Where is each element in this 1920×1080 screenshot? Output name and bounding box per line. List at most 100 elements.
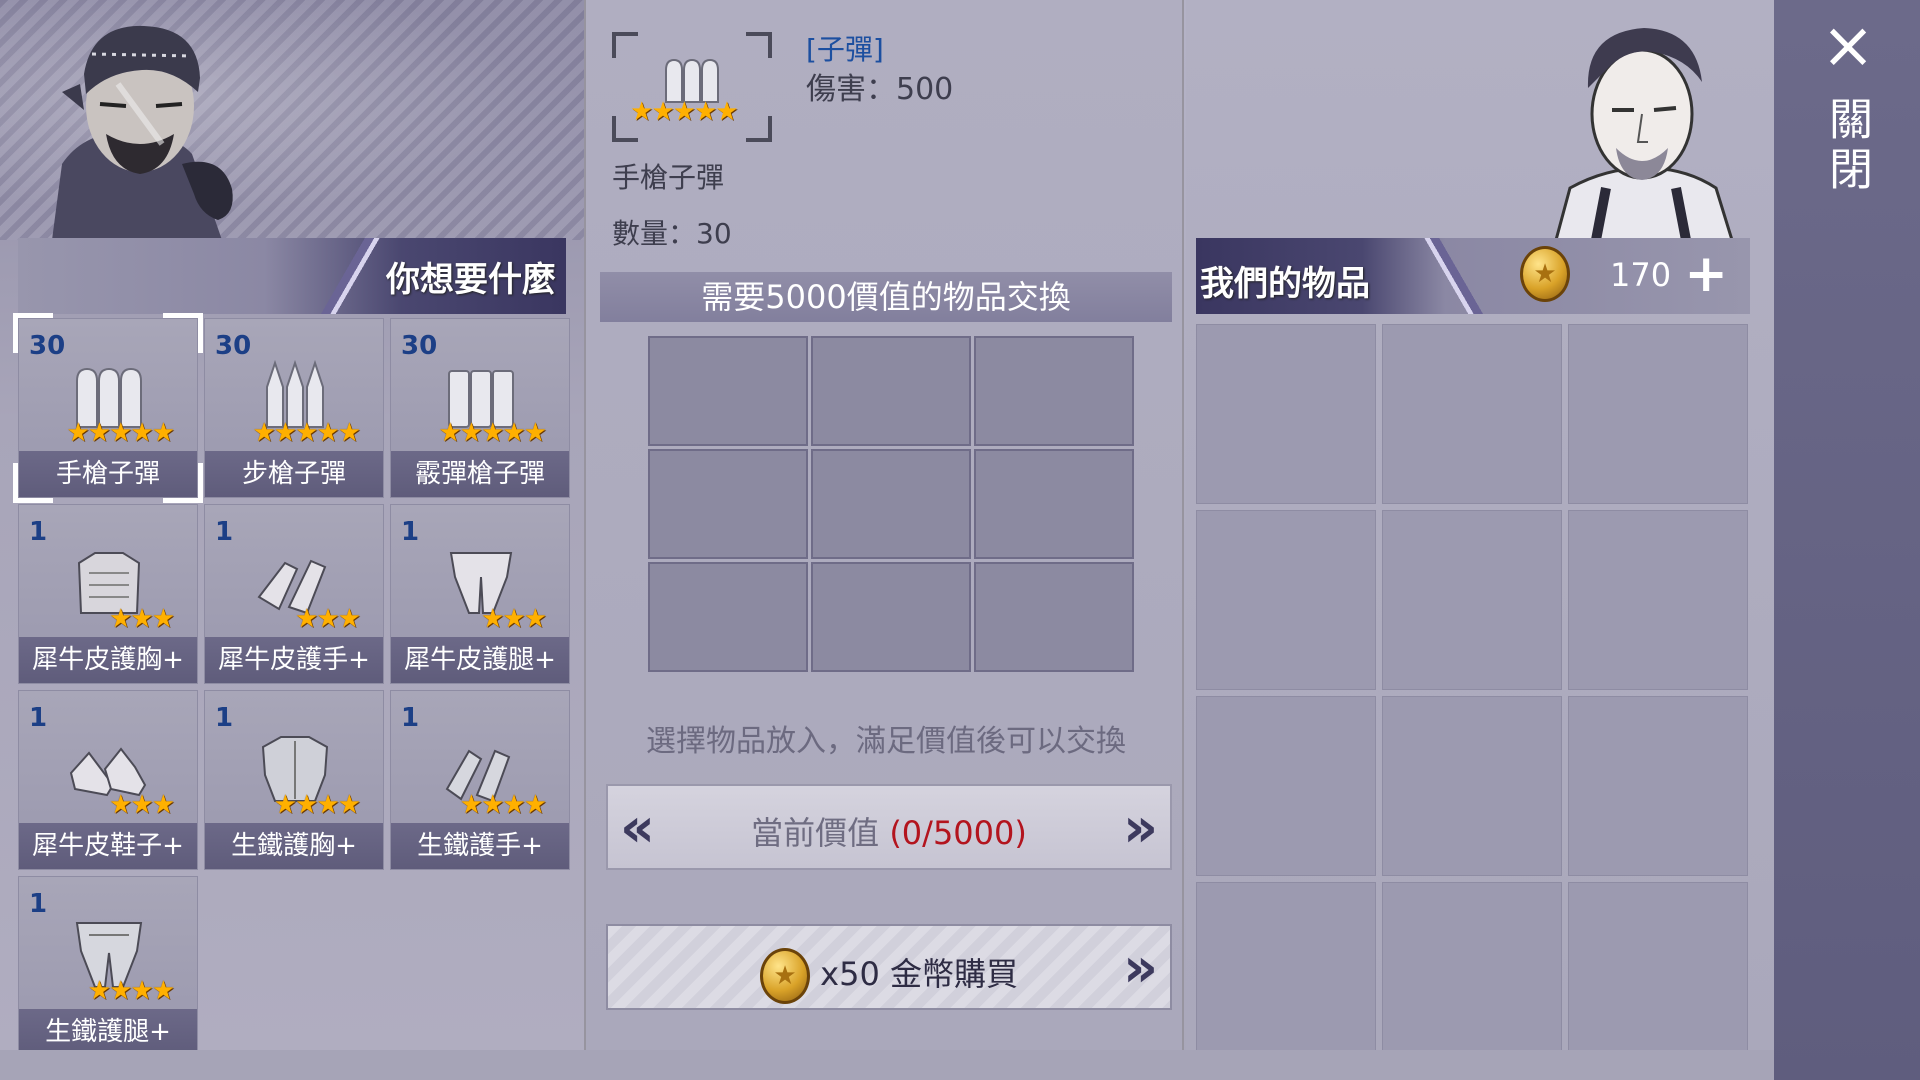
inventory-slot[interactable] [1568, 882, 1748, 1062]
inventory-slot[interactable] [1568, 510, 1748, 690]
wanted-item-slot[interactable]: 30 ★ ★ ★ ★ ★ 霰彈槍子彈 [390, 318, 570, 498]
wanted-item-slot[interactable]: 1 ★ ★ ★ 犀牛皮護手+ [204, 504, 384, 684]
inventory-slot[interactable] [1568, 696, 1748, 876]
item-label: 犀牛皮護手+ [205, 637, 383, 683]
offer-slot[interactable] [648, 562, 808, 672]
close-button-label[interactable]: 關閉 [1818, 96, 1878, 196]
offer-slot[interactable] [648, 336, 808, 446]
coin-buy-label: x50 金幣購買 [820, 955, 1018, 993]
star-icon: ★ [151, 418, 175, 448]
star-icon: ★ [459, 418, 484, 448]
coin-buy-text: x50 金幣購買 [608, 948, 1170, 1004]
star-icon: ★ [151, 604, 175, 634]
item-damage: 傷害：500 [806, 72, 954, 107]
star-icon: ★ [66, 418, 90, 448]
wanted-item-slot[interactable]: 1 ★ ★ ★ 犀牛皮護腿+ [390, 504, 570, 684]
star-icon: ★ [273, 790, 298, 820]
chevron-right-icon: » [1123, 936, 1158, 999]
star-icon: ★ [502, 790, 526, 820]
current-value-label: 當前價值 [751, 814, 880, 852]
banner-slash-decoration [1396, 238, 1486, 314]
star-icon: ★ [316, 418, 340, 448]
item-count: 1 [29, 517, 48, 547]
wanted-item-slot[interactable]: 1 ★ ★ ★ ★ 生鐵護胸+ [204, 690, 384, 870]
item-label: 霰彈槍子彈 [391, 451, 569, 497]
star-icon: ★ [502, 604, 526, 634]
player-portrait-right [1536, 18, 1746, 240]
add-coins-button[interactable]: + [1684, 244, 1728, 304]
inventory-slot[interactable] [1382, 324, 1562, 504]
wanted-items-panel: 你想要什麼 30 ★ ★ ★ ★ ★ 手槍子彈 30 ★ ★ ★ ★ ★ 步槍子彈 30 ★ ★ ★ ★ ★ 霰彈槍子彈… [0, 0, 584, 1050]
star-icon: ★ [651, 97, 675, 127]
inventory-slot[interactable] [1382, 696, 1562, 876]
wanted-item-slot[interactable]: 30 ★ ★ ★ ★ ★ 步槍子彈 [204, 318, 384, 498]
wanted-item-slot[interactable]: 1 ★ ★ ★ ★ 生鐵護腿+ [18, 876, 198, 1050]
coin-buy-button[interactable]: x50 金幣購買 » [606, 924, 1172, 1010]
rating-stars: ★ ★ ★ ★ ★ [438, 418, 547, 448]
star-icon: ★ [481, 790, 505, 820]
our-items-panel: 我們的物品 170 + [1186, 0, 1774, 1062]
star-icon: ★ [337, 604, 361, 634]
star-icon: ★ [672, 97, 696, 127]
star-icon: ★ [295, 418, 319, 448]
offer-slot[interactable] [811, 562, 971, 672]
item-type: [子彈] [806, 33, 884, 66]
star-icon: ★ [87, 418, 112, 448]
item-count: 1 [29, 889, 48, 919]
rating-stars: ★ ★ ★ [109, 790, 175, 820]
item-label: 犀牛皮護腿+ [391, 637, 569, 683]
rating-stars: ★ ★ ★ ★ [273, 790, 361, 820]
selection-corner [13, 313, 53, 353]
close-icon[interactable]: × [1818, 14, 1878, 78]
star-icon: ★ [316, 790, 340, 820]
inventory-slot[interactable] [1568, 324, 1748, 504]
item-label: 步槍子彈 [205, 451, 383, 497]
inventory-slot[interactable] [1382, 510, 1562, 690]
frame-corner [746, 32, 772, 58]
star-icon: ★ [523, 418, 547, 448]
item-count: 1 [401, 703, 420, 733]
rating-stars: ★ ★ ★ [109, 604, 175, 634]
merchant-portrait-left [22, 14, 262, 240]
current-value-text: 當前價值 (0/5000) [608, 808, 1170, 854]
star-icon: ★ [523, 790, 547, 820]
star-icon: ★ [87, 976, 112, 1006]
wanted-item-slot[interactable]: 1 ★ ★ ★ 犀牛皮鞋子+ [18, 690, 198, 870]
gold-coin-icon [759, 948, 810, 1004]
offer-slot[interactable] [811, 449, 971, 559]
star-icon: ★ [109, 604, 133, 634]
chevron-right-icon[interactable]: » [1123, 800, 1158, 856]
wanted-item-slot[interactable]: 1 ★ ★ ★ 犀牛皮護胸+ [18, 504, 198, 684]
exchange-panel: ★ ★ ★ ★ ★ [子彈] 傷害：500 手槍子彈 數量：30 需要5000價值的物品… [584, 0, 1184, 1050]
coin-balance: 170 + [1520, 244, 1748, 306]
selection-corner [163, 313, 203, 353]
inventory-slot[interactable] [1382, 882, 1562, 1062]
offer-slot[interactable] [648, 449, 808, 559]
star-icon: ★ [630, 97, 654, 127]
gold-coin-icon [1520, 246, 1570, 302]
offer-slots-grid [648, 336, 1134, 672]
frame-corner [746, 116, 772, 142]
coin-count: 170 [1610, 256, 1672, 294]
inventory-slot[interactable] [1196, 882, 1376, 1062]
wanted-item-slot[interactable]: 1 ★ ★ ★ ★ 生鐵護手+ [390, 690, 570, 870]
inventory-slot[interactable] [1196, 324, 1376, 504]
star-icon: ★ [502, 418, 526, 448]
inventory-slot[interactable] [1196, 696, 1376, 876]
item-name: 手槍子彈 [612, 161, 725, 194]
star-icon: ★ [337, 418, 361, 448]
inventory-slot[interactable] [1196, 510, 1376, 690]
selection-corner [13, 463, 53, 503]
offer-slot[interactable] [974, 449, 1134, 559]
star-icon: ★ [438, 418, 462, 448]
offer-slot[interactable] [974, 336, 1134, 446]
wanted-item-slot[interactable]: 30 ★ ★ ★ ★ ★ 手槍子彈 [13, 313, 203, 503]
star-icon: ★ [130, 976, 154, 1006]
star-icon: ★ [109, 790, 133, 820]
star-icon: ★ [109, 976, 133, 1006]
offer-slot[interactable] [811, 336, 971, 446]
current-value-number: (0/5000) [889, 814, 1027, 852]
selection-corner [163, 463, 203, 503]
star-icon: ★ [130, 604, 154, 634]
offer-slot[interactable] [974, 562, 1134, 672]
